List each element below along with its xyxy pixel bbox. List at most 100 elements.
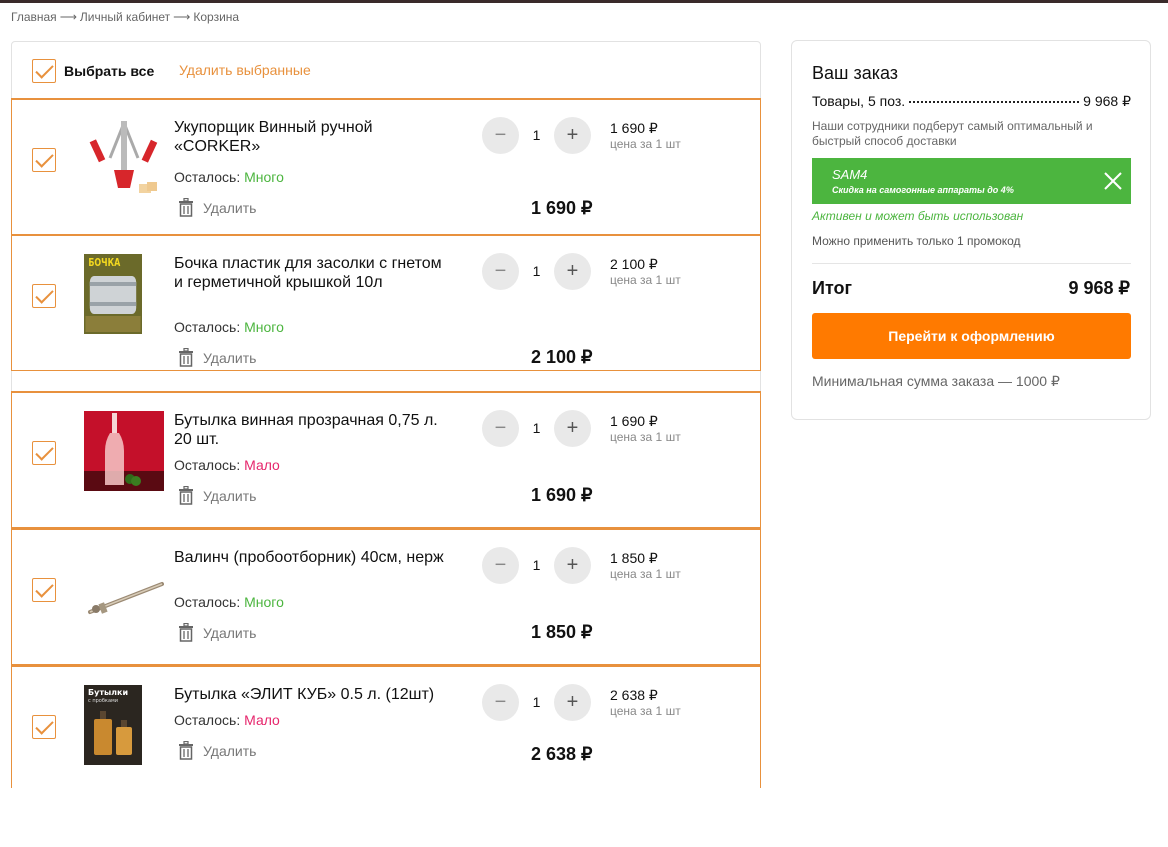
product-title[interactable]: Валинч (пробоотборник) 40см, нерж (174, 548, 444, 567)
promo-description: Скидка на самогонные аппараты до 4% (832, 185, 1014, 195)
product-title[interactable]: Бутылка винная прозрачная 0,75 л. 20 шт. (174, 411, 444, 449)
plus-icon[interactable]: + (554, 684, 591, 721)
unit-price-note: цена за 1 шт (610, 137, 681, 151)
item-total: 1 690 ₽ (531, 485, 593, 505)
item-checkbox[interactable] (32, 441, 56, 465)
trash-icon (179, 486, 193, 505)
product-image-barrel: БОЧКА (84, 254, 142, 334)
stock-info: Осталось: Много (174, 319, 284, 335)
quantity-stepper: − 1 + (482, 547, 592, 585)
delete-item-button[interactable]: Удалить (178, 348, 256, 367)
unit-price-note: цена за 1 шт (610, 273, 681, 287)
quantity-value: 1 (532, 557, 541, 573)
stock-info: Осталось: Много (174, 594, 284, 610)
quantity-value: 1 (532, 694, 541, 710)
item-checkbox[interactable] (32, 284, 56, 308)
item-checkbox[interactable] (32, 715, 56, 739)
promo-status: Активен и может быть использован (812, 209, 1024, 223)
product-image-corker (89, 121, 158, 193)
item-total: 1 690 ₽ (531, 198, 593, 218)
unit-price: 1 850 ₽ (610, 550, 658, 566)
goods-label: Товары, 5 поз. (812, 93, 906, 109)
delete-selected-button[interactable]: Удалить выбранные (179, 62, 311, 78)
unit-price-note: цена за 1 шт (610, 704, 681, 718)
delete-item-button[interactable]: Удалить (178, 198, 256, 217)
order-title: Ваш заказ (812, 63, 899, 83)
product-title[interactable]: Бутылка «ЭЛИТ КУБ» 0.5 л. (12шт) (174, 685, 444, 704)
trash-icon (179, 348, 193, 367)
unit-price: 1 690 ₽ (610, 413, 658, 429)
breadcrumb-cart: Корзина (193, 10, 240, 24)
trash-icon (179, 198, 193, 217)
promo-code: SAM4 (832, 167, 868, 182)
delete-label: Удалить (203, 199, 257, 216)
stock-level: Много (244, 319, 284, 335)
quantity-stepper: − 1 + (482, 410, 592, 448)
delivery-note: Наши сотрудники подберут самый оптимальн… (812, 119, 1093, 148)
unit-price: 2 100 ₽ (610, 256, 658, 272)
plus-icon[interactable]: + (554, 547, 591, 584)
plus-icon[interactable]: + (554, 410, 591, 447)
close-icon[interactable] (1102, 170, 1124, 192)
minus-icon[interactable]: − (482, 547, 519, 584)
unit-price: 2 638 ₽ (610, 687, 658, 703)
minus-icon[interactable]: − (482, 117, 519, 154)
stock-info: Осталось: Мало (174, 457, 280, 473)
plus-icon[interactable]: + (554, 117, 591, 154)
cart-item: Бутылки с пробками Бутылка «ЭЛИТ КУБ» 0.… (11, 665, 761, 788)
cart-header: Выбрать все Удалить выбранные (12, 42, 760, 100)
breadcrumb-account[interactable]: Личный кабинет (80, 10, 170, 24)
stock-info: Осталось: Много (174, 169, 284, 185)
breadcrumb: Главная ⟶ Личный кабинет ⟶ Корзина (11, 10, 240, 24)
item-total: 1 850 ₽ (531, 622, 593, 642)
product-title[interactable]: Бочка пластик для засолки с гнетом и гер… (174, 254, 444, 292)
unit-price-note: цена за 1 шт (610, 567, 681, 581)
item-total: 2 100 ₽ (531, 347, 593, 367)
cart-item: Валинч (пробоотборник) 40см, нерж Остало… (11, 528, 761, 665)
delete-label: Удалить (203, 742, 257, 759)
cart-item: Бутылка винная прозрачная 0,75 л. 20 шт.… (11, 391, 761, 528)
quantity-value: 1 (532, 420, 541, 436)
stock-info: Осталось: Мало (174, 712, 280, 728)
goods-row: Товары, 5 поз. 9 968 ₽ (812, 93, 1131, 110)
minus-icon[interactable]: − (482, 253, 519, 290)
quantity-value: 1 (532, 127, 541, 143)
delete-item-button[interactable]: Удалить (178, 623, 256, 642)
divider (812, 263, 1131, 264)
product-image-wine-bottle (84, 411, 164, 491)
total-value: 9 968 ₽ (1068, 278, 1131, 298)
product-image-elit-cube: Бутылки с пробками (84, 685, 142, 765)
checkout-button[interactable]: Перейти к оформлению (812, 313, 1131, 359)
product-image-sampler (88, 582, 164, 614)
item-checkbox[interactable] (32, 578, 56, 602)
quantity-value: 1 (532, 263, 541, 279)
quantity-stepper: − 1 + (482, 117, 592, 155)
select-all-checkbox[interactable] (32, 59, 56, 83)
total-label: Итог (812, 278, 853, 298)
breadcrumb-home[interactable]: Главная (11, 10, 57, 24)
minus-icon[interactable]: − (482, 410, 519, 447)
minus-icon[interactable]: − (482, 684, 519, 721)
cart-list: Выбрать все Удалить выбранные Укупорщик … (11, 41, 761, 788)
promo-banner: SAM4 Скидка на самогонные аппараты до 4% (812, 158, 1131, 204)
quantity-stepper: − 1 + (482, 253, 592, 291)
delete-label: Удалить (203, 487, 257, 504)
minimum-sum-note: Минимальная сумма заказа — 1000 ₽ (812, 373, 1060, 389)
plus-icon[interactable]: + (554, 253, 591, 290)
item-checkbox[interactable] (32, 148, 56, 172)
svg-text:БОЧКА: БОЧКА (88, 257, 120, 270)
goods-total: 9 968 ₽ (1083, 93, 1131, 109)
cart-item: Укупорщик Винный ручной «CORKER» Осталос… (11, 98, 761, 235)
delete-item-button[interactable]: Удалить (178, 741, 256, 760)
stock-level: Много (244, 169, 284, 185)
delete-item-button[interactable]: Удалить (178, 486, 256, 505)
select-all-label[interactable]: Выбрать все (64, 63, 154, 79)
svg-text:с пробками: с пробками (88, 698, 118, 704)
promo-limit-note: Можно применить только 1 промокод (812, 234, 1021, 248)
quantity-stepper: − 1 + (482, 684, 592, 722)
stock-level: Мало (244, 457, 280, 473)
product-title[interactable]: Укупорщик Винный ручной «CORKER» (174, 118, 444, 156)
cart-item: БОЧКА Бочка пластик для засолки с гнетом… (11, 234, 761, 371)
stock-level: Много (244, 594, 284, 610)
item-total: 2 638 ₽ (531, 744, 593, 764)
